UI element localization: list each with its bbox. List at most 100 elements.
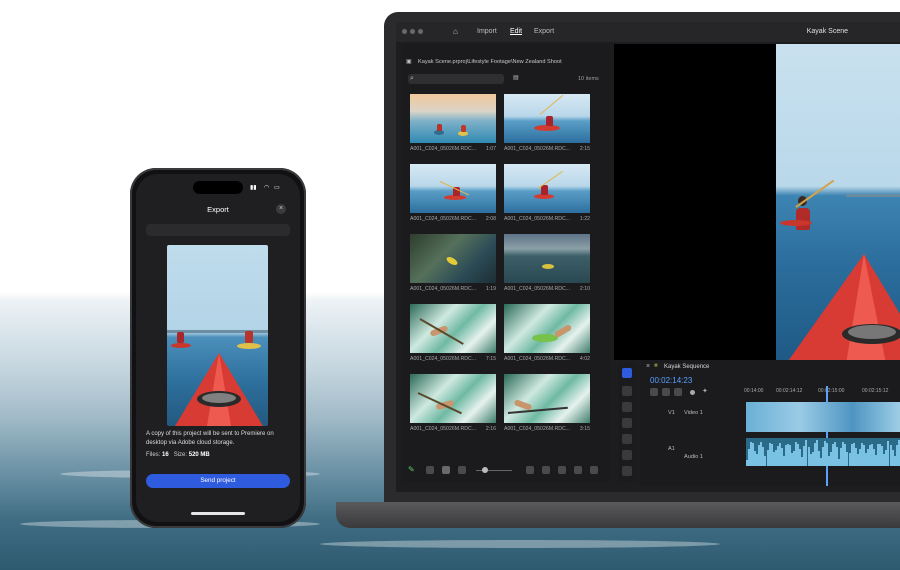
list-view-icon[interactable] (426, 466, 434, 474)
send-project-button[interactable]: Send project (146, 474, 290, 488)
media-clip-5[interactable]: A001_C024_05026M.RDC... 1:19 (410, 234, 496, 292)
home-indicator[interactable] (191, 512, 245, 515)
clip-duration: 2:08 (485, 216, 496, 222)
sort-icon[interactable] (526, 466, 534, 474)
menu-import[interactable]: Import (477, 28, 497, 35)
razor-tool-icon[interactable] (622, 418, 632, 428)
window-zoom-dot[interactable] (418, 29, 423, 34)
media-clip-3[interactable]: A001_C024_05026M.RDC... 2:08 (410, 164, 496, 222)
clip-duration: 2:10 (579, 286, 590, 292)
pencil-icon[interactable]: ✎ (408, 465, 415, 474)
media-clip-6[interactable]: A001_C024_05026M.RDC... 2:10 (504, 234, 590, 292)
menu-edit[interactable]: Edit (510, 28, 522, 35)
linked-selection-icon[interactable] (662, 388, 670, 396)
clip-thumbnail (504, 304, 590, 353)
media-clip-7[interactable]: A001_C024_05026M.RDC... 7:15 (410, 304, 496, 362)
window-minimize-dot[interactable] (410, 29, 415, 34)
automate-icon[interactable] (542, 466, 550, 474)
wrench-icon[interactable]: ✦ (702, 387, 708, 395)
clip-name: A001_C024_05026M.RDC... (410, 216, 477, 222)
media-toolbar: ✎ (402, 462, 610, 480)
clip-thumbnail (410, 304, 496, 353)
tools-panel (618, 362, 636, 482)
zoom-slider-handle[interactable] (482, 467, 488, 473)
program-monitor[interactable] (776, 44, 900, 360)
files-label: Files: (146, 452, 161, 458)
slip-tool-icon[interactable] (622, 434, 632, 444)
text-tool-icon[interactable] (622, 466, 632, 476)
video-track-name: Video 1 (684, 410, 703, 416)
clip-duration: 1:07 (485, 146, 496, 152)
search-input[interactable]: ⌕ (408, 74, 504, 84)
signal-icon: ▮▮ (250, 185, 257, 191)
search-icon: ⌕ (410, 75, 414, 82)
breadcrumb-path: Kayak Scene.prproj\Lifestyle Footage\New… (418, 59, 562, 65)
size-label: Size: (173, 452, 188, 458)
new-bin-icon[interactable]: ▤ (513, 74, 519, 81)
pen-tool-icon[interactable] (622, 450, 632, 460)
sequence-name[interactable]: Kayak Sequence (664, 364, 709, 370)
media-clip-4[interactable]: A001_C024_05026M.RDC... 1:22 (504, 164, 590, 222)
trash-icon[interactable] (590, 466, 598, 474)
home-icon[interactable]: ⌂ (453, 27, 458, 36)
clip-name: A001_C024_05026M.RDC... (410, 426, 477, 432)
record-icon[interactable] (690, 390, 695, 395)
track-select-tool-icon[interactable] (622, 386, 632, 396)
clip-thumbnail (410, 374, 496, 423)
clip-name: A001_C024_05026M.RDC... (504, 146, 571, 152)
clip-duration: 1:22 (579, 216, 590, 222)
clip-duration: 1:19 (485, 286, 496, 292)
snap-icon[interactable] (650, 388, 658, 396)
add-marker-icon[interactable] (674, 388, 682, 396)
close-button[interactable]: × (276, 204, 286, 214)
wifi-icon: ◠ (264, 185, 270, 191)
title-bar: ⌂ Import Edit Export Kayak Scene (396, 22, 900, 42)
clip-name: A001_C024_05026M.RDC... (504, 426, 571, 432)
audio-clip[interactable] (746, 438, 900, 466)
laptop-screen: ⌂ Import Edit Export Kayak Scene ▣ Kayak… (396, 22, 900, 492)
timeline-tick: 00:02:14:12 (776, 388, 803, 394)
clip-name: A001_C024_05026M.RDC... (504, 286, 571, 292)
selection-tool-icon[interactable] (622, 368, 632, 378)
window-close-dot[interactable] (402, 29, 407, 34)
clip-name: A001_C024_05026M.RDC... (410, 286, 477, 292)
media-clip-9[interactable]: A001_C024_05026M.RDC... 2:16 (410, 374, 496, 432)
playhead-timecode[interactable]: 00:02:14:23 (650, 376, 692, 385)
timeline-panel: × ■ Kayak Sequence 00:02:14:23 ✦ 00:14:0… (640, 360, 900, 486)
freeform-view-icon[interactable] (458, 466, 466, 474)
new-item-icon[interactable] (574, 466, 582, 474)
clip-duration: 2:15 (579, 146, 590, 152)
video-clip[interactable] (746, 402, 900, 432)
kayak-bow (175, 353, 263, 426)
new-bin-icon[interactable] (558, 466, 566, 474)
clip-duration: 2:16 (485, 426, 496, 432)
program-monitor-letterbox (614, 44, 776, 360)
audio-track-name: Audio 1 (684, 454, 703, 460)
media-clip-10[interactable]: A001_C024_05026M.RDC... 3:15 (504, 374, 590, 432)
clip-name: A001_C024_05026M.RDC... (410, 356, 477, 362)
clip-thumbnail (504, 164, 590, 213)
clip-thumbnail (410, 234, 496, 283)
clip-thumbnail (504, 94, 590, 143)
phone-screen: ▮▮ ◠ ▭ Export × A copy of this project w… (136, 174, 300, 522)
battery-icon: ▭ (274, 185, 280, 191)
clip-thumbnail (410, 164, 496, 213)
export-tab-control[interactable] (146, 224, 290, 236)
export-meta: Files: 16 Size: 520 MB (146, 452, 210, 458)
menu-export[interactable]: Export (534, 28, 554, 35)
folder-icon: ▣ (406, 59, 412, 65)
audio-track-id[interactable]: A1 (668, 446, 675, 452)
media-clip-2[interactable]: A001_C024_05026M.RDC... 2:15 (504, 94, 590, 152)
close-sequence-icon[interactable]: × (646, 363, 650, 370)
clip-name: A001_C024_05026M.RDC... (504, 356, 571, 362)
grid-view-icon[interactable] (442, 466, 450, 474)
media-clip-1[interactable]: A001_C024_05026M.RDC... 1:07 (410, 94, 496, 152)
size-value: 520 MB (188, 452, 210, 458)
wave (320, 540, 720, 548)
ripple-edit-tool-icon[interactable] (622, 402, 632, 412)
files-value: 16 (162, 452, 169, 458)
dynamic-island (193, 181, 243, 194)
video-track-id[interactable]: V1 (668, 410, 675, 416)
playhead[interactable] (826, 386, 828, 486)
media-clip-8[interactable]: A001_C024_05026M.RDC... 4:02 (504, 304, 590, 362)
